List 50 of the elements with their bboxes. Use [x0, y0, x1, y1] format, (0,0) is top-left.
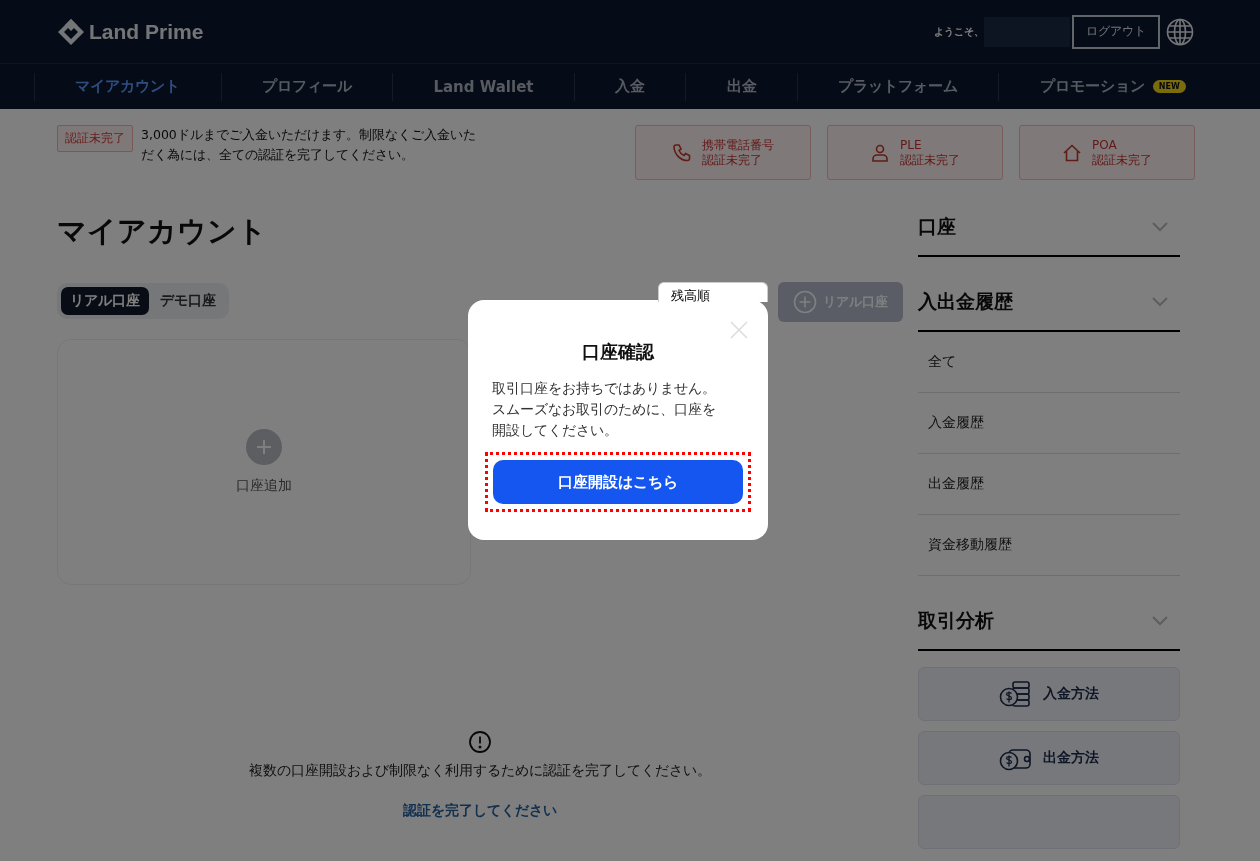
complete-verification-link[interactable]: 認証を完了してください: [403, 802, 557, 820]
plus-circle-icon: [793, 290, 817, 314]
sort-dropdown[interactable]: 残高順: [658, 282, 768, 302]
status-tag: 認証未完了: [57, 125, 133, 152]
method-card[interactable]: 入金方法: [918, 667, 1180, 721]
nav-tab[interactable]: プロフィール: [261, 77, 352, 96]
nav-tab[interactable]: 出金: [726, 77, 757, 96]
nav-tab[interactable]: 入金: [615, 77, 646, 96]
history-menu-item[interactable]: 入金履歴: [918, 393, 1180, 454]
add-account-label: 口座追加: [236, 477, 292, 495]
verification-card[interactable]: 携帯電話番号 認証未完了: [635, 125, 811, 180]
home-icon: [1062, 142, 1082, 163]
phone-icon: [672, 142, 692, 163]
method-label: 出金方法: [1043, 749, 1099, 767]
accordion-header[interactable]: 口座: [918, 198, 1180, 257]
open-account-button[interactable]: 口座開設はこちら: [493, 460, 743, 504]
new-badge: NEW: [1152, 80, 1186, 93]
method-card[interactable]: 出金方法: [918, 731, 1180, 785]
chevron-down-icon: [1152, 221, 1168, 232]
chevron-down-icon: [1152, 615, 1168, 626]
history-menu-item[interactable]: 資金移動履歴: [918, 515, 1180, 576]
accordion-header[interactable]: 取引分析: [918, 592, 1180, 651]
diamond-logo-icon: [57, 17, 85, 46]
deposit-limit-notice: 3,000ドルまでご入金いただけます。制限なくご入金いただく為には、全ての認証を完了してください。: [141, 126, 477, 164]
account-type-tab[interactable]: デモ口座: [151, 287, 225, 315]
method-label: 入金方法: [1043, 685, 1099, 703]
page-title: マイアカウント: [57, 213, 268, 250]
verification-required-text: 複数の口座開設および制限なく利用するために認証を完了してください。: [249, 762, 711, 780]
chevron-down-icon: [1152, 296, 1168, 307]
person-icon: [870, 142, 890, 163]
logout-button[interactable]: ログアウト: [1072, 14, 1160, 49]
plus-circle-icon: [246, 429, 282, 465]
globe-icon[interactable]: [1166, 17, 1194, 46]
account-type-tab[interactable]: リアル口座: [61, 287, 149, 315]
coins-icon: [999, 680, 1033, 708]
dialog-title: 口座確認: [581, 340, 656, 364]
nav-tab[interactable]: マイアカウント: [75, 77, 181, 96]
brand-logo-text: Land Prime: [89, 19, 204, 44]
history-menu-item[interactable]: 全て: [918, 332, 1180, 393]
nav-tab[interactable]: Land Wallet: [433, 77, 534, 96]
exclamation-circle-icon: [468, 730, 492, 754]
welcome-text: ようこそ、: [934, 24, 984, 39]
close-icon[interactable]: [730, 321, 748, 339]
accordion-header[interactable]: 入出金履歴: [918, 273, 1180, 332]
verification-card[interactable]: PLE 認証未完了: [827, 125, 1003, 180]
verification-card[interactable]: POA 認証未完了: [1019, 125, 1195, 180]
nav-tab[interactable]: プロモーション: [1039, 77, 1145, 96]
dialog-message: 取引口座をお持ちではありません。スムーズなお取引のために、口座を開設してください。: [492, 379, 717, 440]
nav-tab[interactable]: プラットフォーム: [838, 77, 959, 96]
history-menu-item[interactable]: 出金履歴: [918, 454, 1180, 515]
